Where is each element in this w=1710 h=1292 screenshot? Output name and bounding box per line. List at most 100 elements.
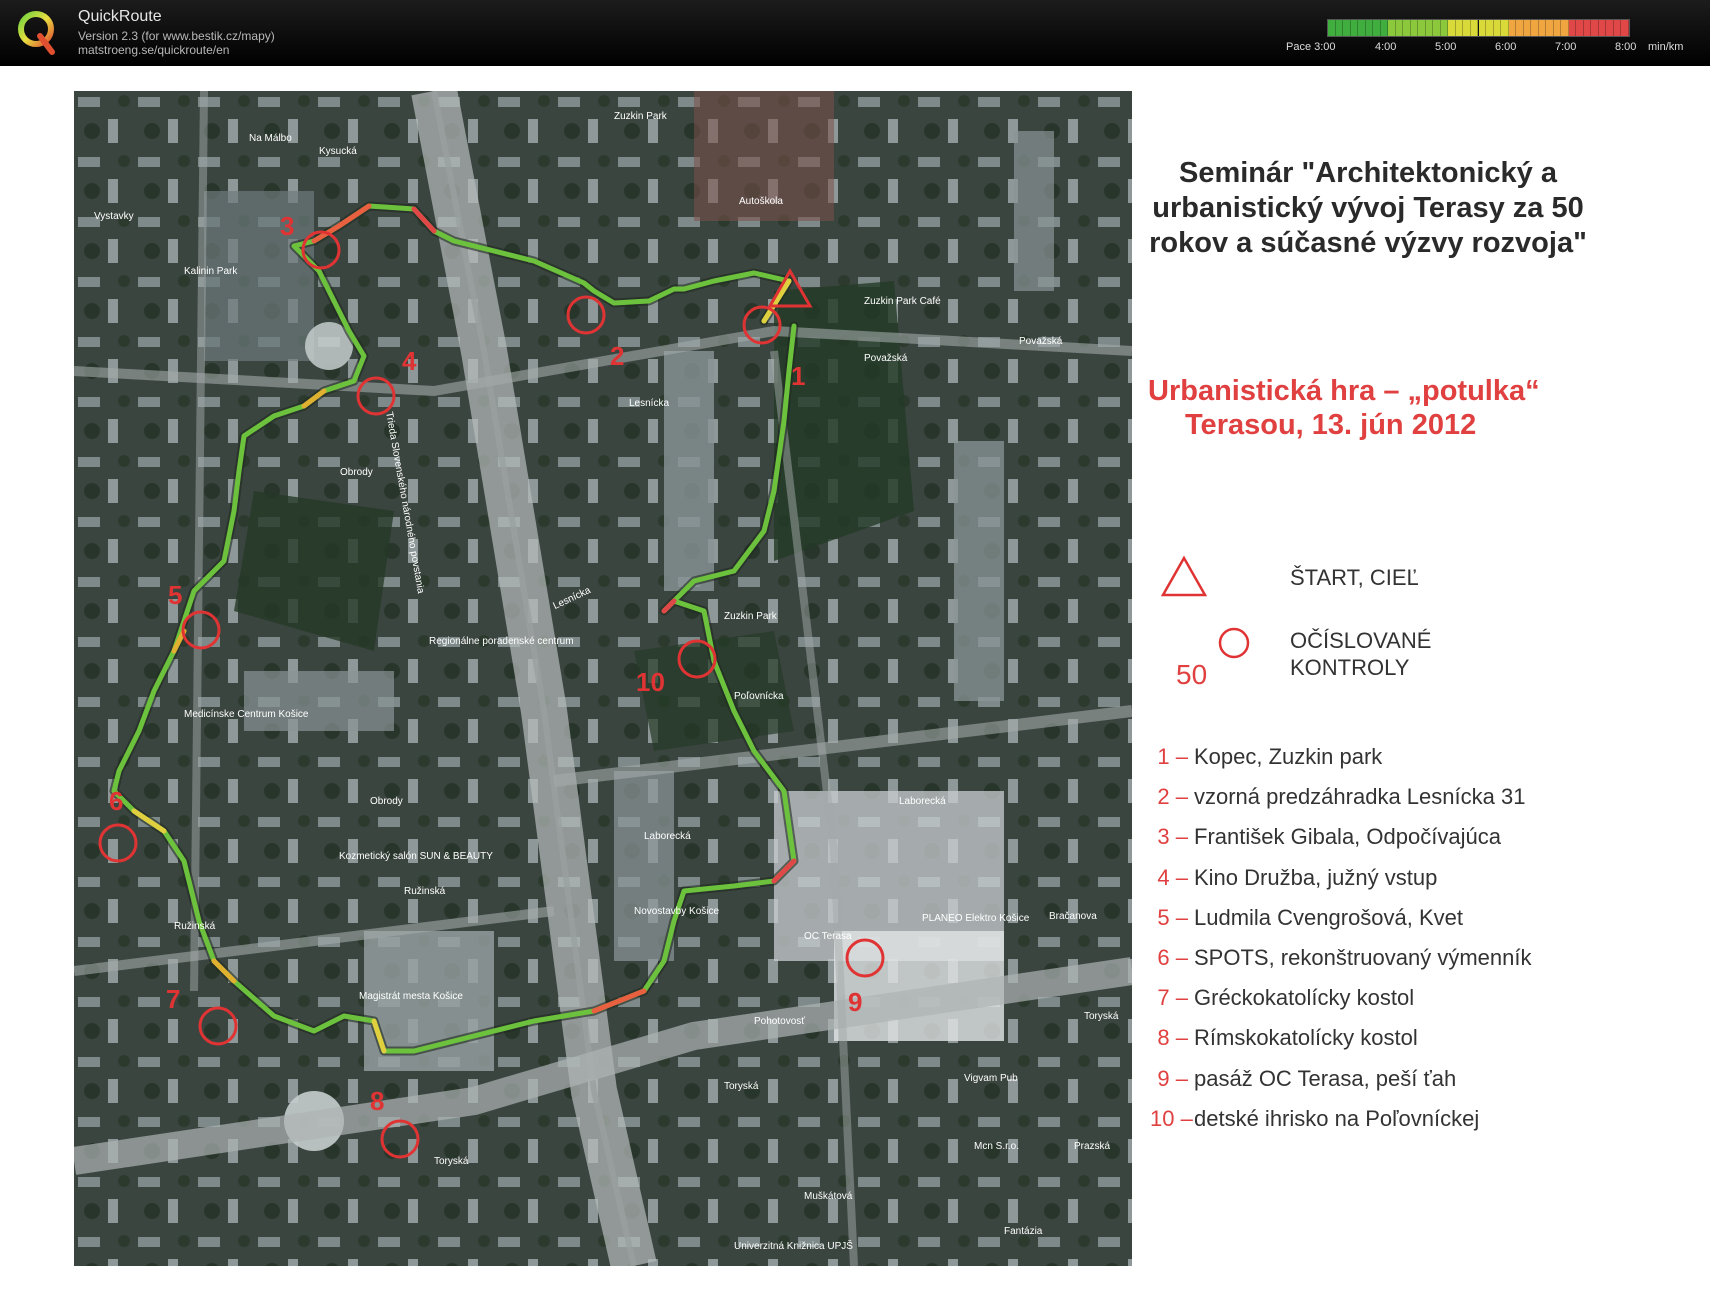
control-list-number: 8 – xyxy=(1157,1025,1188,1051)
pace-label: Pace 3:00 xyxy=(1286,41,1336,53)
control-list-item: 2 – vzorná predzáhradka Lesnícka 31 xyxy=(1150,784,1690,824)
control-list-number: 4 – xyxy=(1157,864,1188,890)
street-label: Medicínske Centrum Košice xyxy=(184,709,309,720)
street-label: Ružinská xyxy=(404,886,446,897)
street-label: Zuzkin Park xyxy=(724,611,777,622)
control-list-description: Ludmila Cvengrošová, Kvet xyxy=(1194,904,1464,930)
street-label: Bračanova xyxy=(1049,911,1097,922)
map-control-number: 3 xyxy=(280,211,295,241)
map-control-number: 7 xyxy=(166,984,181,1014)
map-control-number: 5 xyxy=(168,580,183,610)
street-label: Lesnícka xyxy=(629,398,670,409)
street-label: Obrody xyxy=(370,796,403,807)
control-list-description: Kino Družba, južný vstup xyxy=(1194,864,1438,890)
control-circle-icon xyxy=(1218,627,1250,659)
street-label: Pohotovosť xyxy=(754,1016,806,1027)
control-list-description: František Gibala, Odpočívajúca xyxy=(1194,824,1501,850)
pace-scale: Pace 3:00 4:00 5:00 6:00 7:00 8:00 min/k… xyxy=(1284,6,1704,62)
pace-tick: 8:00 xyxy=(1615,41,1637,53)
legend-start-finish-label: ŠTART, CIEĽ xyxy=(1290,565,1419,590)
street-label: Prazská xyxy=(1074,1141,1111,1152)
street-label: Muškátová xyxy=(804,1191,853,1202)
street-label: Mcn S.r.o. xyxy=(974,1141,1020,1152)
control-list-number: 2 – xyxy=(1157,784,1188,810)
map-control-number: 4 xyxy=(402,346,417,376)
seminar-title: Seminár "Architektonický a urbanistický … xyxy=(1149,157,1587,259)
map-control-number: 10 xyxy=(636,667,665,697)
control-list-number: 9 – xyxy=(1157,1065,1188,1091)
control-list-item: 9 – pasáž OC Terasa, peší ťah xyxy=(1150,1066,1690,1106)
app-title: QuickRoute xyxy=(78,8,162,25)
map-control-number: 9 xyxy=(848,987,863,1017)
map-control-number: 1 xyxy=(791,361,806,391)
street-label: Autoškola xyxy=(739,196,783,207)
legend-numbered-controls-line: OČÍSLOVANÉ xyxy=(1290,628,1432,653)
legend-numbered-controls-line: KONTROLY xyxy=(1290,655,1410,680)
control-list-description: detské ihrisko na Poľovníckej xyxy=(1194,1105,1480,1131)
control-list-item: 3 – František Gibala, Odpočívajúca xyxy=(1150,824,1690,864)
control-list-item: 8 – Rímskokatolícky kostol xyxy=(1150,1025,1690,1065)
street-label: Na Málbo xyxy=(249,133,292,144)
street-label: Toryská xyxy=(724,1081,759,1092)
street-label: Zuzkin Park xyxy=(614,111,667,122)
street-label: Poľovnícka xyxy=(734,691,784,702)
street-label: Laborecká xyxy=(899,796,946,807)
street-label: OC Terasa xyxy=(804,931,852,942)
pace-tick: 7:00 xyxy=(1555,41,1577,53)
control-list-item: 10 –detské ihrisko na Poľovníckej xyxy=(1150,1106,1690,1146)
street-label: Laborecká xyxy=(644,831,691,842)
pace-tick: 5:00 xyxy=(1435,41,1457,53)
street-label: Zuzkin Park Café xyxy=(864,296,941,307)
street-label: Novostavby Košice xyxy=(634,906,720,917)
street-label: Vigvam Pub xyxy=(964,1073,1018,1084)
street-label: Považská xyxy=(1019,336,1063,347)
control-list-item: 1 – Kopec, Zuzkin park xyxy=(1150,744,1690,784)
control-list-item: 4 – Kino Družba, južný vstup xyxy=(1150,865,1690,905)
control-list-number: 3 – xyxy=(1157,824,1188,850)
street-label: Magistrát mesta Košice xyxy=(359,991,463,1002)
control-list-number: 5 – xyxy=(1157,904,1188,930)
control-list-item: 6 – SPOTS, rekonštruovaný výmenník xyxy=(1150,945,1690,985)
map-control-number: 8 xyxy=(370,1086,385,1116)
aerial-map[interactable]: 1 2 3 4 5 6 7 8 9 10 Kysucká Považská Po… xyxy=(74,91,1132,1266)
control-list-description: Gréckokatolícky kostol xyxy=(1194,985,1415,1011)
legend-control-number: 50 xyxy=(1176,659,1208,690)
game-date: Terasou, 13. jún 2012 xyxy=(1185,409,1477,441)
street-label: Kysucká xyxy=(319,146,357,157)
map-control-number: 2 xyxy=(610,341,625,371)
control-list-item: 5 – Ludmila Cvengrošová, Kvet xyxy=(1150,905,1690,945)
street-label: Považská xyxy=(864,353,908,364)
app-version: Version 2.3 (for www.bestik.cz/mapy) xyxy=(78,29,275,43)
control-list-description: pasáž OC Terasa, peší ťah xyxy=(1194,1065,1457,1091)
pace-unit: min/km xyxy=(1648,41,1684,53)
control-list-number: 6 – xyxy=(1157,944,1188,970)
control-list-description: Rímskokatolícky kostol xyxy=(1194,1025,1418,1051)
control-list-number: 1 – xyxy=(1157,744,1188,769)
game-title: Urbanistická hra – „potulka“ xyxy=(1148,375,1540,407)
pace-color-bar xyxy=(1327,19,1630,37)
controls-list: 1 – Kopec, Zuzkin park 2 – vzorná predzáhra… xyxy=(1150,744,1690,1146)
street-label: Univerzitná Knižnica UPJŠ xyxy=(734,1241,853,1252)
app-header: QuickRoute Version 2.3 (for www.bestik.c… xyxy=(0,0,1710,66)
map-control-number: 6 xyxy=(109,786,124,816)
control-list-description: SPOTS, rekonštruovaný výmenník xyxy=(1194,944,1532,970)
street-label: Fantázia xyxy=(1004,1226,1043,1237)
pace-tick: 4:00 xyxy=(1375,41,1397,53)
street-label: Ružinská xyxy=(174,921,216,932)
street-label: Obrody xyxy=(340,467,373,478)
street-label: Vystavky xyxy=(94,211,134,222)
control-list-description: vzorná predzáhradka Lesnícka 31 xyxy=(1194,784,1526,810)
street-label: Toryská xyxy=(1084,1011,1119,1022)
street-label: Kalinin Park xyxy=(184,266,238,277)
start-finish-triangle-icon xyxy=(1160,555,1208,597)
control-list-number: 10 – xyxy=(1150,1105,1193,1131)
control-list-description: Kopec, Zuzkin park xyxy=(1194,744,1383,769)
app-url: matstroeng.se/quickroute/en xyxy=(78,43,230,57)
street-label: Kozmetický salón SUN & BEAUTY xyxy=(339,851,493,862)
control-list-number: 7 – xyxy=(1157,985,1188,1011)
quickroute-logo-icon xyxy=(18,11,55,55)
control-list-item: 7 – Gréckokatolícky kostol xyxy=(1150,985,1690,1025)
pace-tick: 6:00 xyxy=(1495,41,1517,53)
street-label: Regionálne poradenské centrum xyxy=(429,636,574,647)
street-label: Toryská xyxy=(434,1156,469,1167)
